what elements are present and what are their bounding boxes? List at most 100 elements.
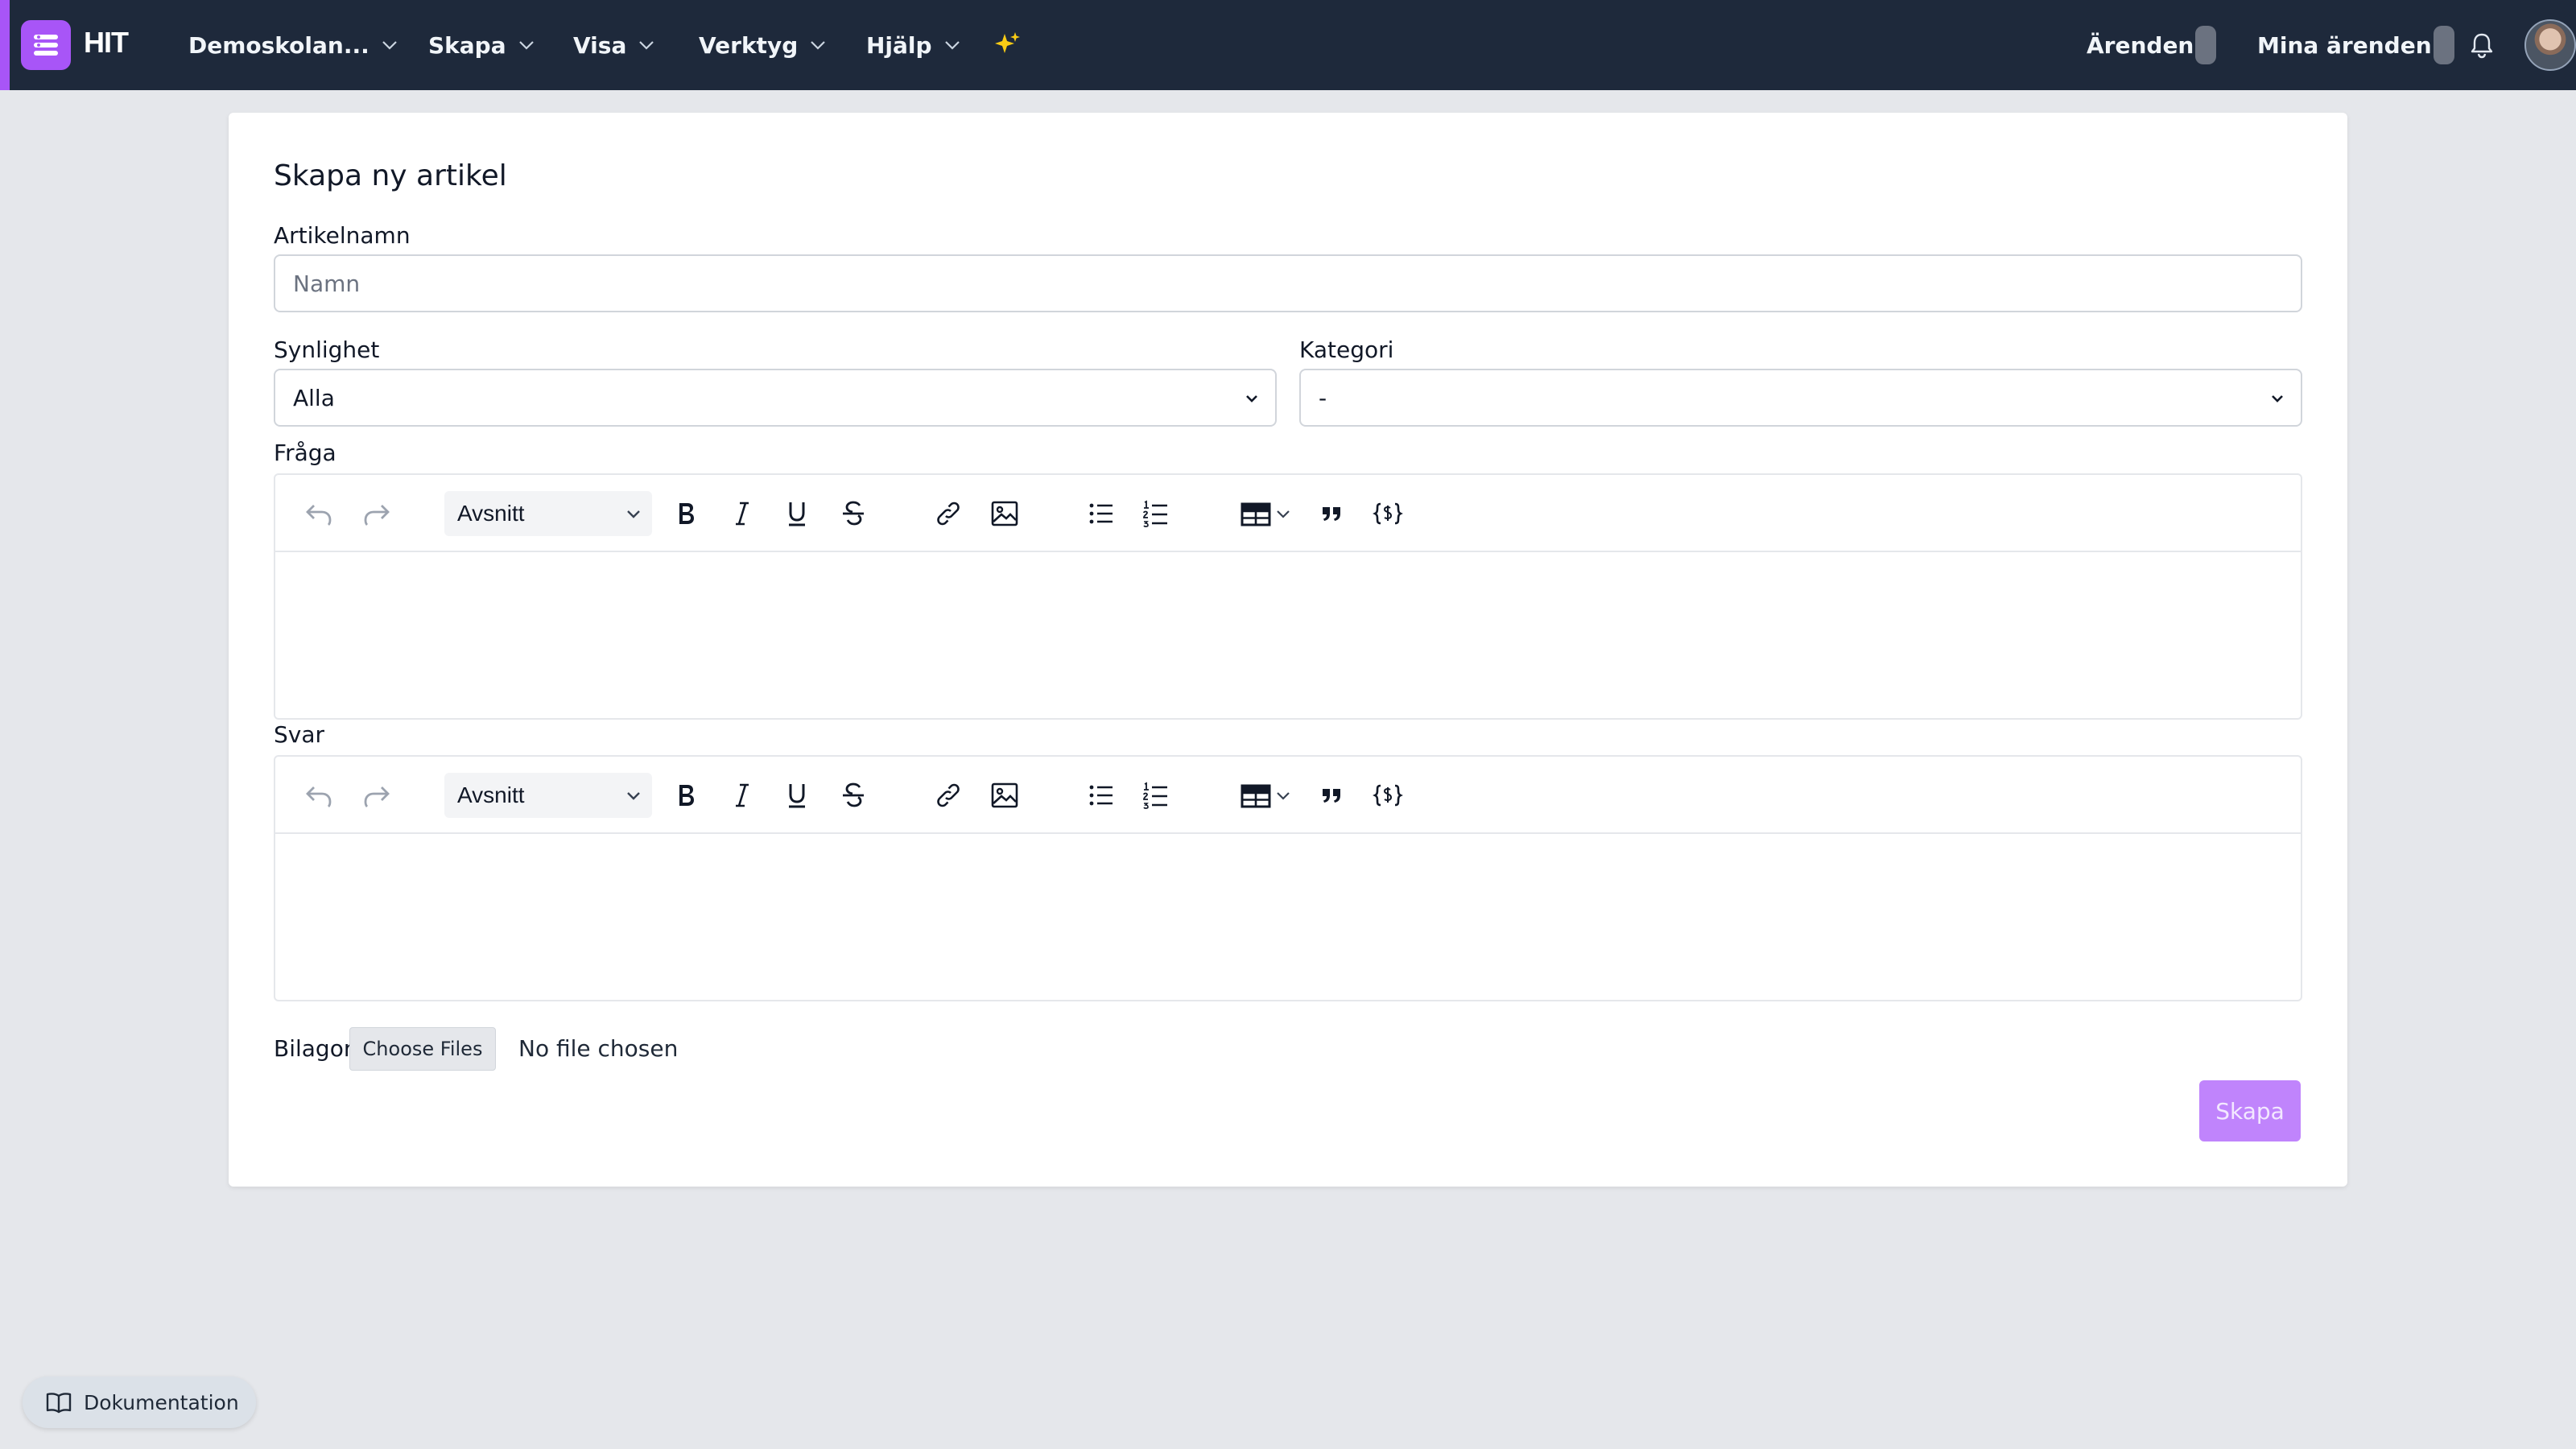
strikethrough-icon (843, 501, 864, 526)
image-icon (991, 501, 1018, 526)
quote-icon (1323, 789, 1340, 803)
question-editor-toolbar: Avsnitt (275, 475, 2301, 552)
table-icon (1241, 502, 1271, 526)
table-icon (1241, 784, 1271, 808)
insert-link-button[interactable] (931, 496, 966, 531)
bold-icon (679, 785, 694, 806)
article-name-input[interactable] (274, 254, 2302, 312)
redo-button[interactable] (359, 496, 394, 531)
top-navbar: HIT Demoskolan... Skapa Visa Verktyg Hjä… (0, 0, 2576, 90)
choose-files-button[interactable]: Choose Files (349, 1027, 496, 1071)
bold-icon (679, 503, 694, 524)
undo-icon (306, 505, 332, 526)
bullet-list-icon (1089, 503, 1113, 524)
numbered-list-icon (1143, 782, 1167, 809)
quote-icon (1323, 507, 1340, 521)
insert-variable-button[interactable] (1370, 778, 1406, 813)
chevron-down-icon (1246, 395, 1257, 402)
redo-icon (364, 505, 390, 526)
chevron-down-icon (518, 41, 534, 50)
bell-icon[interactable] (2468, 31, 2496, 60)
menu-organization-label: Demoskolan... (188, 31, 369, 59)
bullet-list-button[interactable] (1084, 778, 1119, 813)
strikethrough-button[interactable] (836, 778, 871, 813)
undo-button[interactable] (301, 496, 336, 531)
answer-editor: Avsnitt (274, 755, 2302, 1001)
underline-button[interactable] (779, 496, 815, 531)
visibility-select[interactable]: Alla (274, 369, 1277, 427)
bold-button[interactable] (668, 496, 704, 531)
visibility-label: Synlighet (274, 336, 380, 363)
answer-editor-toolbar: Avsnitt (275, 757, 2301, 834)
bullet-list-icon (1089, 785, 1113, 806)
block-format-select[interactable]: Avsnitt (444, 773, 652, 818)
cases-label: Ärenden (2087, 31, 2194, 59)
numbered-list-button[interactable] (1138, 496, 1174, 531)
chevron-down-icon (2272, 395, 2283, 402)
insert-table-button[interactable] (1233, 778, 1298, 813)
menu-organization[interactable]: Demoskolan... (188, 29, 398, 61)
numbered-list-button[interactable] (1138, 778, 1174, 813)
chevron-down-icon (1277, 510, 1290, 518)
image-icon (991, 782, 1018, 808)
underline-button[interactable] (779, 778, 815, 813)
category-label: Kategori (1299, 336, 1394, 363)
answer-editor-content[interactable] (275, 834, 2301, 1000)
menu-view[interactable]: Visa (573, 29, 655, 61)
strikethrough-button[interactable] (836, 496, 871, 531)
hit-logo-icon[interactable] (21, 20, 71, 70)
link-icon (937, 502, 960, 526)
brand-name[interactable]: HIT (84, 26, 129, 60)
category-select[interactable]: - (1299, 369, 2302, 427)
cases-count-badge (2195, 26, 2217, 64)
attachments-label: Bilagor (274, 1035, 353, 1062)
visibility-selected-value: Alla (293, 384, 335, 411)
insert-variable-button[interactable] (1370, 496, 1406, 531)
menu-help[interactable]: Hjälp (866, 29, 961, 61)
create-article-card: Skapa ny artikel Artikelnamn Synlighet A… (229, 113, 2347, 1187)
chevron-down-icon (639, 41, 654, 50)
underline-icon (789, 502, 805, 526)
documentation-button[interactable]: Dokumentation (23, 1377, 256, 1428)
italic-icon (736, 502, 749, 526)
category-selected-value: - (1319, 384, 1327, 411)
answer-label: Svar (274, 721, 325, 748)
chevron-down-icon (1277, 792, 1290, 800)
undo-button[interactable] (301, 778, 336, 813)
sparkle-icon[interactable] (993, 31, 1022, 60)
numbered-list-icon (1143, 500, 1167, 527)
menu-tools[interactable]: Verktyg (699, 29, 827, 61)
blockquote-button[interactable] (1314, 496, 1349, 531)
italic-button[interactable] (724, 496, 760, 531)
redo-button[interactable] (359, 778, 394, 813)
chevron-down-icon (944, 41, 960, 50)
my-cases-label: Mina ärenden (2257, 31, 2432, 59)
chevron-down-icon (811, 41, 826, 50)
undo-icon (306, 786, 332, 807)
italic-icon (736, 783, 749, 807)
blockquote-button[interactable] (1314, 778, 1349, 813)
book-icon (46, 1393, 72, 1414)
block-format-value: Avsnitt (457, 782, 525, 807)
insert-image-button[interactable] (987, 778, 1022, 813)
insert-image-button[interactable] (987, 496, 1022, 531)
create-submit-button[interactable]: Skapa (2199, 1080, 2301, 1141)
page-title: Skapa ny artikel (274, 159, 507, 192)
documentation-label: Dokumentation (84, 1390, 239, 1414)
link-icon (937, 783, 960, 807)
bullet-list-button[interactable] (1084, 496, 1119, 531)
question-editor-content[interactable] (275, 552, 2301, 718)
bold-button[interactable] (668, 778, 704, 813)
italic-button[interactable] (724, 778, 760, 813)
user-avatar[interactable] (2524, 19, 2576, 71)
insert-link-button[interactable] (931, 778, 966, 813)
my-cases-link[interactable]: Mina ärenden (2257, 26, 2454, 64)
menu-create[interactable]: Skapa (428, 29, 535, 61)
redo-icon (364, 786, 390, 807)
insert-table-button[interactable] (1233, 496, 1298, 531)
cases-link[interactable]: Ärenden (2087, 26, 2217, 64)
menu-tools-label: Verktyg (699, 31, 799, 59)
question-label: Fråga (274, 440, 336, 466)
block-format-select[interactable]: Avsnitt (444, 491, 652, 536)
my-cases-count-badge (2433, 26, 2454, 64)
